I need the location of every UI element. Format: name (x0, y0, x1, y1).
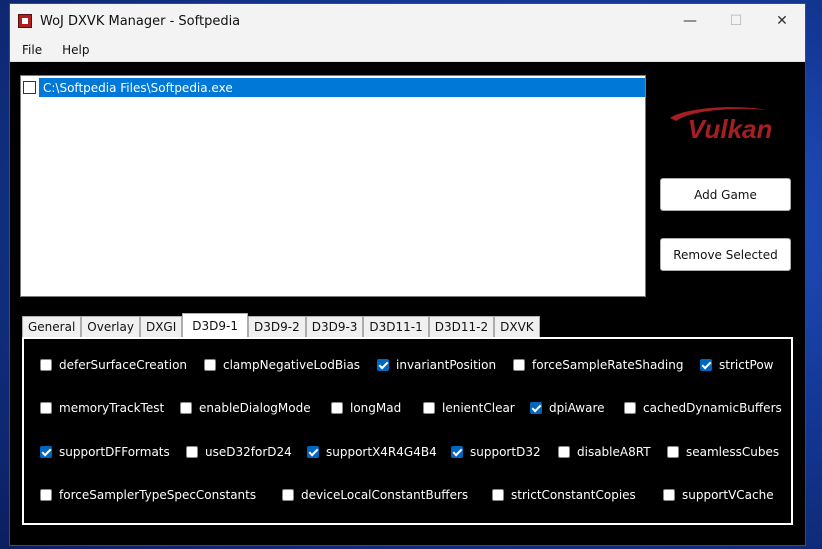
option-devicelocalconstantbuffers[interactable]: deviceLocalConstantBuffers (282, 487, 468, 503)
tab-d3d9-1[interactable]: D3D9-1 (182, 313, 248, 337)
menu-file[interactable]: File (14, 43, 50, 57)
option-memorytracktest[interactable]: memoryTrackTest (40, 400, 164, 416)
tab-general[interactable]: General (22, 316, 82, 337)
game-list[interactable]: C:\Softpedia Files\Softpedia.exe (20, 75, 646, 297)
option-label: strictConstantCopies (511, 488, 636, 502)
option-supportdfformats[interactable]: supportDFFormats (40, 444, 170, 460)
add-game-button[interactable]: Add Game (660, 178, 791, 211)
checkbox[interactable] (186, 446, 198, 458)
tab-d3d11-1[interactable]: D3D11-1 (363, 316, 429, 337)
option-label: longMad (350, 401, 402, 415)
menu-help[interactable]: Help (54, 43, 97, 57)
game-checkbox[interactable] (23, 81, 36, 94)
checkbox[interactable] (204, 359, 216, 371)
close-button[interactable]: ✕ (759, 4, 805, 38)
tab-strip: General Overlay DXGI D3D9-1 D3D9-2 D3D9-… (22, 313, 540, 337)
option-enabledialogmode[interactable]: enableDialogMode (180, 400, 311, 416)
option-label: enableDialogMode (199, 401, 311, 415)
checkbox[interactable] (282, 489, 294, 501)
option-dpiaware[interactable]: dpiAware (530, 400, 605, 416)
option-label: deviceLocalConstantBuffers (301, 488, 469, 502)
option-used32ford24[interactable]: useD32forD24 (186, 444, 292, 460)
option-disablea8rt[interactable]: disableA8RT (558, 444, 651, 460)
checkbox[interactable] (700, 359, 712, 371)
checkbox[interactable] (40, 489, 52, 501)
checkbox[interactable] (331, 402, 343, 414)
checkbox[interactable] (377, 359, 389, 371)
option-supportx4r4g4b4[interactable]: supportX4R4G4B4 (307, 444, 437, 460)
tab-d3d11-2[interactable]: D3D11-2 (428, 316, 495, 337)
checkbox[interactable] (40, 402, 52, 414)
option-label: memoryTrackTest (59, 401, 165, 415)
checkbox[interactable] (530, 402, 542, 414)
tab-dxvk[interactable]: DXVK (494, 316, 540, 337)
window-title: WoJ DXVK Manager - Softpedia (40, 13, 241, 29)
tab-overlay[interactable]: Overlay (81, 316, 140, 337)
option-label: forceSamplerTypeSpecConstants (59, 488, 257, 502)
tab-d3d9-2[interactable]: D3D9-2 (247, 316, 306, 337)
minimize-button[interactable]: — (667, 4, 713, 38)
checkbox[interactable] (624, 402, 636, 414)
option-label: clampNegativeLodBias (223, 358, 361, 372)
option-label: cachedDynamicBuffers (643, 401, 782, 415)
vulkan-logo: Vulkan (670, 107, 773, 144)
option-strictpow[interactable]: strictPow (700, 357, 774, 373)
game-path[interactable]: C:\Softpedia Files\Softpedia.exe (39, 78, 645, 97)
option-seamlesscubes[interactable]: seamlessCubes (667, 444, 779, 460)
checkbox[interactable] (423, 402, 435, 414)
option-strictconstantcopies[interactable]: strictConstantCopies (492, 487, 636, 503)
menu-bar: File Help (10, 38, 805, 62)
window-controls: — ☐ ✕ (667, 4, 805, 38)
option-label: disableA8RT (577, 445, 651, 459)
checkbox[interactable] (40, 359, 52, 371)
tab-d3d9-3[interactable]: D3D9-3 (305, 316, 364, 337)
checkbox[interactable] (180, 402, 192, 414)
logo-text: Vulkan (688, 114, 773, 144)
checkbox[interactable] (558, 446, 570, 458)
option-invariantposition[interactable]: invariantPosition (377, 357, 496, 373)
option-supportd32[interactable]: supportD32 (451, 444, 541, 460)
option-label: forceSampleRateShading (532, 358, 684, 372)
title-bar[interactable]: WoJ DXVK Manager - Softpedia — ☐ ✕ (10, 4, 805, 38)
option-label: useD32forD24 (205, 445, 292, 459)
option-forcesamplerateshading[interactable]: forceSampleRateShading (513, 357, 683, 373)
option-label: invariantPosition (396, 358, 497, 372)
option-label: deferSurfaceCreation (59, 358, 188, 372)
tab-dxgi[interactable]: DXGI (139, 316, 183, 337)
option-label: supportX4R4G4B4 (326, 445, 437, 459)
option-lenientclear[interactable]: lenientClear (423, 400, 515, 416)
option-longmad[interactable]: longMad (331, 400, 401, 416)
checkbox[interactable] (667, 446, 679, 458)
checkbox[interactable] (513, 359, 525, 371)
options-panel: deferSurfaceCreation clampNegativeLodBia… (22, 337, 793, 525)
option-label: supportVCache (682, 488, 774, 502)
checkbox[interactable] (492, 489, 504, 501)
app-icon (18, 14, 32, 28)
option-cacheddynamicbuffers[interactable]: cachedDynamicBuffers (624, 400, 782, 416)
maximize-button[interactable]: ☐ (713, 4, 759, 38)
option-defersurfacecreation[interactable]: deferSurfaceCreation (40, 357, 187, 373)
checkbox[interactable] (307, 446, 319, 458)
option-forcesamplertypespecconstants[interactable]: forceSamplerTypeSpecConstants (40, 487, 256, 503)
option-supportvcache[interactable]: supportVCache (663, 487, 774, 503)
remove-selected-button[interactable]: Remove Selected (660, 238, 791, 271)
option-label: seamlessCubes (686, 445, 780, 459)
option-label: dpiAware (549, 401, 605, 415)
checkbox[interactable] (451, 446, 463, 458)
checkbox[interactable] (40, 446, 52, 458)
app-window: WoJ DXVK Manager - Softpedia — ☐ ✕ File … (9, 3, 806, 546)
checkbox[interactable] (663, 489, 675, 501)
option-label: strictPow (719, 358, 774, 372)
option-label: supportD32 (470, 445, 541, 459)
option-clampnegativelodbias[interactable]: clampNegativeLodBias (204, 357, 360, 373)
option-label: supportDFFormats (59, 445, 170, 459)
option-label: lenientClear (442, 401, 515, 415)
list-item[interactable]: C:\Softpedia Files\Softpedia.exe (21, 78, 645, 97)
